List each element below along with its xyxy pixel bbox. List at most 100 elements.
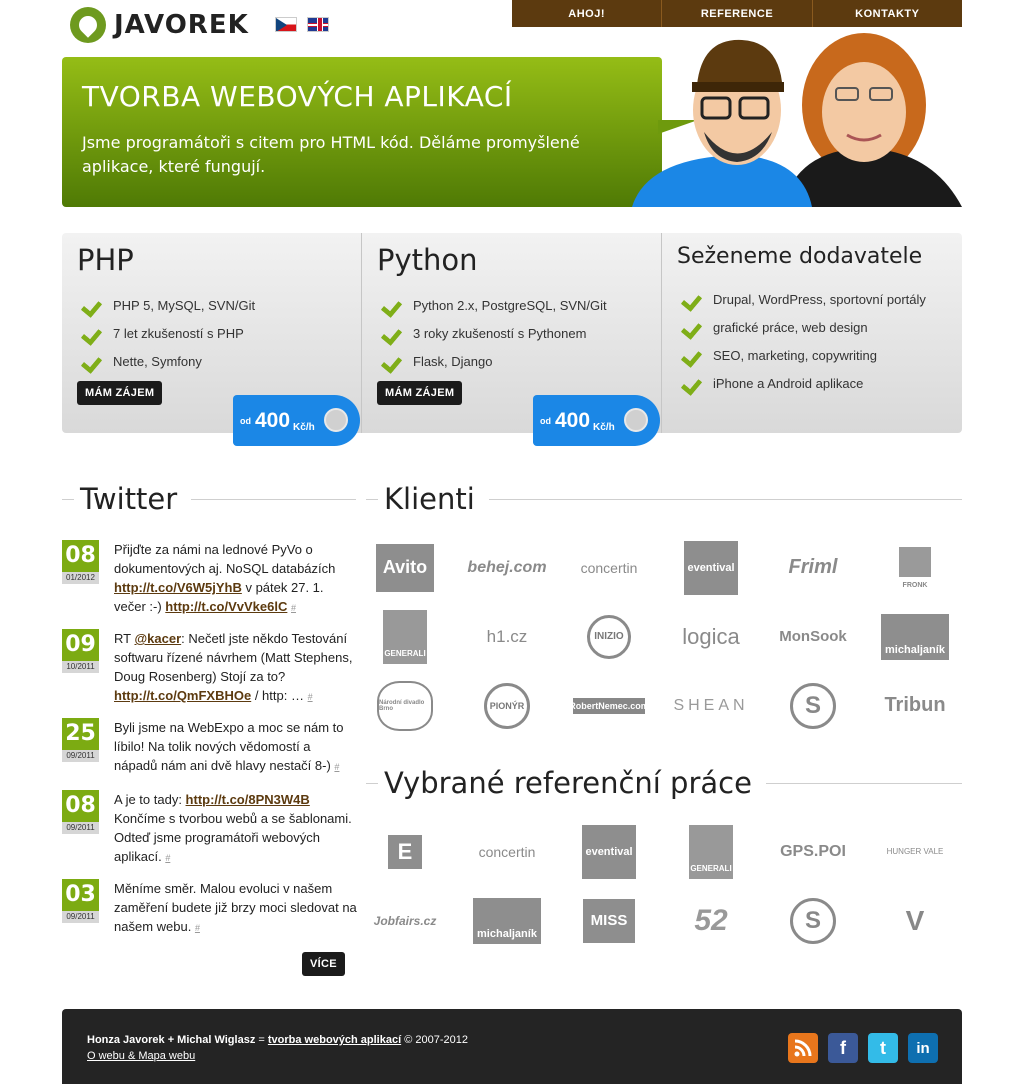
- reference-logo-hunger-vale[interactable]: HUNGER VALE: [864, 817, 966, 886]
- reference-logo-concertin[interactable]: concertin: [456, 817, 558, 886]
- client-logo-generali[interactable]: GENERALI: [354, 602, 456, 671]
- check-icon: [81, 353, 101, 369]
- twitter-heading: Twitter: [62, 482, 356, 516]
- reference-logo-gpspoi[interactable]: GPS.POI: [762, 817, 864, 886]
- tweet-link[interactable]: http://t.co/VvVke6lC: [165, 599, 287, 614]
- tweet-date: 25 09/2011: [62, 718, 99, 777]
- client-logo-shean[interactable]: SHEAN: [660, 671, 762, 740]
- tweet-month-year: 10/2011: [62, 661, 99, 673]
- client-logo-behej[interactable]: behej.com: [456, 533, 558, 602]
- tweet: 03 09/2011 Měníme směr. Malou evoluci v …: [62, 879, 357, 938]
- uk-flag-icon[interactable]: [307, 17, 329, 32]
- check-icon: [681, 347, 701, 363]
- logo-text: PIONÝR: [484, 682, 530, 729]
- nav-item-reference[interactable]: REFERENCE: [662, 0, 813, 27]
- client-logo-avito[interactable]: Avito: [354, 533, 456, 602]
- check-icon: [681, 375, 701, 391]
- logo-text: eventival: [582, 824, 636, 879]
- reference-logo-cez[interactable]: E: [354, 817, 456, 886]
- tweet-day: 08: [62, 540, 99, 572]
- tweet: 25 09/2011 Byli jsme na WebExpo a moc se…: [62, 718, 357, 777]
- logo-text: michaljaník: [881, 613, 949, 660]
- rss-icon[interactable]: [788, 1033, 818, 1063]
- nav-item-kontakty[interactable]: KONTAKTY: [812, 0, 962, 27]
- tweet-link[interactable]: http://t.co/QmFXBHOe: [114, 688, 251, 703]
- tweet-text-part: Měníme směr. Malou evoluci v našem zaměř…: [114, 881, 357, 934]
- reference-logo-v[interactable]: V: [864, 886, 966, 955]
- offers-panel: PHP PHP 5, MySQL, SVN/Git 7 let zkušenos…: [62, 233, 962, 446]
- tweet-permalink[interactable]: #: [165, 853, 170, 863]
- client-logo-michaljanik[interactable]: michaljaník: [864, 602, 966, 671]
- client-logo-concertin[interactable]: concertin: [558, 533, 660, 602]
- client-logo-fronk[interactable]: FRONK: [864, 533, 966, 602]
- client-logo-inizio[interactable]: INIZIO: [558, 602, 660, 671]
- client-logo-robertnemec[interactable]: RobertNemec.com: [558, 671, 660, 740]
- list-item-text: PHP 5, MySQL, SVN/Git: [113, 297, 256, 313]
- footer-text: Honza Javorek + Michal Wiglasz = tvorba …: [87, 1032, 468, 1064]
- about-sitemap-link[interactable]: O webu & Mapa webu: [87, 1050, 195, 1062]
- client-logo-monsook[interactable]: MonSook: [762, 602, 864, 671]
- client-logo-narodni-divadlo[interactable]: Národní divadlo Brno: [354, 671, 456, 740]
- client-logo-s[interactable]: S: [762, 671, 864, 740]
- tweet-permalink[interactable]: #: [195, 923, 200, 933]
- reference-logo-miss[interactable]: MISS: [558, 886, 660, 955]
- tweet-permalink[interactable]: #: [291, 603, 296, 613]
- linkedin-icon[interactable]: in: [908, 1033, 938, 1063]
- tweet-mention[interactable]: @kacer: [134, 631, 181, 646]
- tweet: 08 01/2012 Přijďte za námi na lednové Py…: [62, 540, 357, 618]
- logo-text: Národní divadlo Brno: [377, 680, 433, 731]
- logo-text: E: [388, 834, 422, 869]
- list-item: iPhone a Android aplikace: [677, 369, 947, 397]
- reference-logo-generali[interactable]: GENERALI: [660, 817, 762, 886]
- client-logo-pionyr[interactable]: PIONÝR: [456, 671, 558, 740]
- tweet-permalink[interactable]: #: [334, 762, 339, 772]
- check-icon: [681, 319, 701, 335]
- list-item: Nette, Symfony: [77, 347, 346, 375]
- client-logo-friml[interactable]: Friml: [762, 533, 864, 602]
- list-item: PHP 5, MySQL, SVN/Git: [77, 291, 346, 319]
- tweet-month-year: 01/2012: [62, 572, 99, 584]
- logo-text: S: [790, 897, 836, 944]
- site-logo[interactable]: JAVOREK: [70, 6, 249, 44]
- czech-flag-icon[interactable]: [275, 17, 297, 32]
- list-item: SEO, marketing, copywriting: [677, 341, 947, 369]
- reference-logo-s[interactable]: S: [762, 886, 864, 955]
- circle-icon: [624, 408, 648, 432]
- reference-logo-jobfairs[interactable]: Jobfairs.cz: [354, 886, 456, 955]
- offer-list: Drupal, WordPress, sportovní portály gra…: [677, 285, 947, 397]
- interest-button[interactable]: MÁM ZÁJEM: [377, 381, 463, 405]
- tweet-day: 09: [62, 629, 99, 661]
- tweet-month-year: 09/2011: [62, 911, 99, 923]
- list-item-text: SEO, marketing, copywriting: [713, 347, 878, 363]
- clients-logo-grid: Avito behej.com concertin eventival Frim…: [354, 533, 966, 740]
- reference-logo-michaljanik[interactable]: michaljaník: [456, 886, 558, 955]
- section-title: Vybrané referenční práce: [384, 766, 752, 800]
- list-item: Drupal, WordPress, sportovní portály: [677, 285, 947, 313]
- client-logo-h1[interactable]: h1.cz: [456, 602, 558, 671]
- tweet-link[interactable]: http://t.co/8PN3W4B: [186, 792, 310, 807]
- tweet-date: 09 10/2011: [62, 629, 99, 707]
- logo-text: Avito: [376, 543, 434, 592]
- reference-logo-52[interactable]: 52: [660, 886, 762, 955]
- hero-title: TVORBA WEBOVÝCH APLIKACÍ: [82, 80, 513, 113]
- interest-button[interactable]: MÁM ZÁJEM: [77, 381, 163, 405]
- list-item-text: Nette, Symfony: [113, 353, 202, 369]
- more-tweets-button[interactable]: VÍCE: [302, 952, 345, 976]
- logo-text: MISS: [583, 898, 635, 943]
- logo-text: GENERALI: [689, 824, 733, 879]
- site-footer: Honza Javorek + Michal Wiglasz = tvorba …: [62, 1009, 962, 1084]
- client-logo-logica[interactable]: logica: [660, 602, 762, 671]
- list-item: Python 2.x, PostgreSQL, SVN/Git: [377, 291, 646, 319]
- facebook-icon[interactable]: f: [828, 1033, 858, 1063]
- nav-item-ahoj[interactable]: AHOJ!: [512, 0, 663, 27]
- section-title: Klienti: [384, 482, 475, 516]
- references-heading: Vybrané referenční práce: [366, 766, 962, 800]
- footer-link[interactable]: tvorba webových aplikací: [268, 1034, 401, 1046]
- tweet-link[interactable]: http://t.co/V6W5jYhB: [114, 580, 242, 595]
- social-links: f t in: [788, 1033, 938, 1063]
- reference-logo-eventival[interactable]: eventival: [558, 817, 660, 886]
- tweet-permalink[interactable]: #: [308, 692, 313, 702]
- client-logo-tribun[interactable]: Tribun: [864, 671, 966, 740]
- twitter-icon[interactable]: t: [868, 1033, 898, 1063]
- client-logo-eventival[interactable]: eventival: [660, 533, 762, 602]
